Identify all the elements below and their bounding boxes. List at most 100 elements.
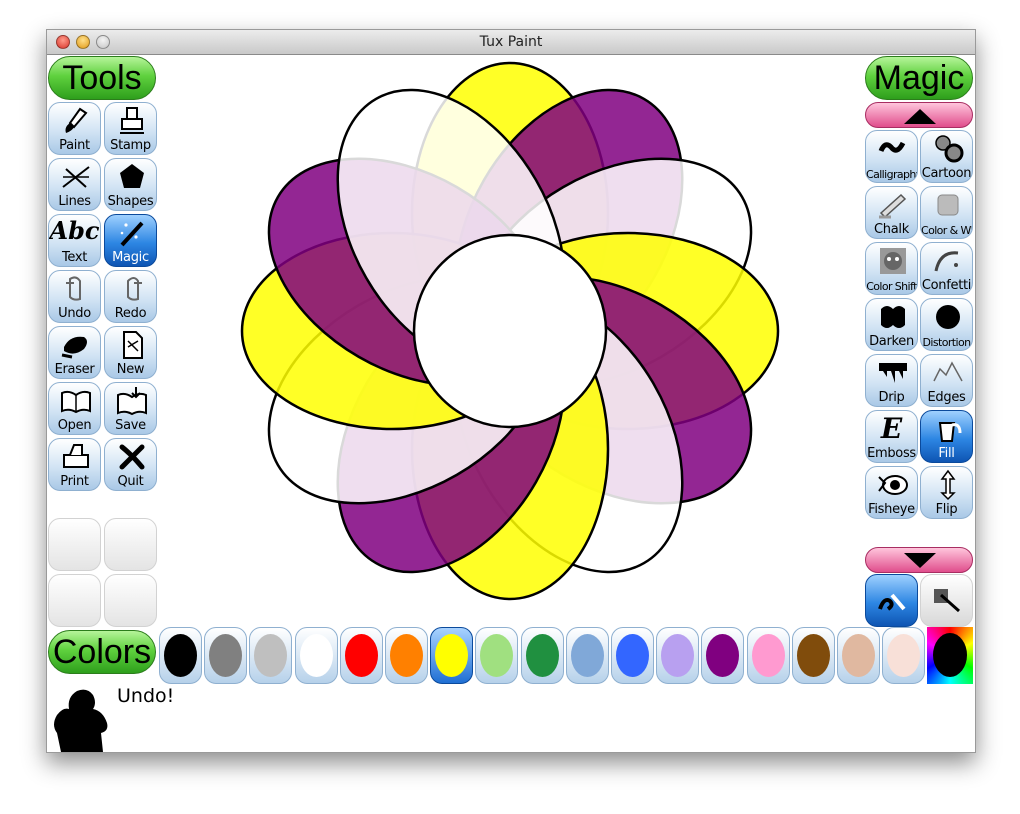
fullscreen-mode-button[interactable] xyxy=(920,574,973,627)
magic-flip-button[interactable]: Flip xyxy=(920,466,973,519)
color-dot xyxy=(661,634,695,677)
color-swatch[interactable] xyxy=(385,627,428,684)
drip-icon xyxy=(879,363,907,383)
title-bar: Tux Paint xyxy=(47,30,975,55)
color-swatch[interactable] xyxy=(791,627,835,684)
color-white-icon xyxy=(937,194,959,216)
tool-save-button[interactable]: Save xyxy=(104,382,157,435)
tool-open-button[interactable]: Open xyxy=(48,382,101,435)
color-dot xyxy=(796,634,830,677)
magic-item-label: Darken xyxy=(869,334,914,349)
color-swatch[interactable] xyxy=(701,627,745,684)
arrow-down-icon xyxy=(904,553,936,568)
new-page-icon xyxy=(123,331,143,359)
drawing-canvas[interactable] xyxy=(158,55,863,625)
lines-icon xyxy=(62,166,90,188)
magic-item-label: Emboss xyxy=(867,446,916,461)
magic-distortion-button[interactable]: Distortion xyxy=(920,298,973,351)
magic-scroll-down-button[interactable] xyxy=(865,547,973,573)
color-swatch[interactable] xyxy=(565,627,609,684)
color-swatch[interactable] xyxy=(249,627,293,684)
tool-redo-button[interactable]: Redo xyxy=(104,270,157,323)
tool-lines-button[interactable]: Lines xyxy=(48,158,101,211)
tool-shapes-button[interactable]: Shapes xyxy=(104,158,157,211)
magic-drip-button[interactable]: Drip xyxy=(865,354,918,407)
magic-scroll-up-button[interactable] xyxy=(865,102,973,128)
color-swatch[interactable] xyxy=(611,627,654,684)
tool-eraser-button[interactable]: Eraser xyxy=(48,326,101,379)
magic-fisheye-button[interactable]: Fisheye xyxy=(865,466,918,519)
magic-item-label: Chalk xyxy=(874,222,909,237)
color-dot xyxy=(299,634,333,677)
paint-mode-button[interactable] xyxy=(865,574,918,627)
quit-x-icon xyxy=(119,444,145,470)
tool-undo-button[interactable]: Undo xyxy=(48,270,101,323)
tool-stamp-button[interactable]: Stamp xyxy=(104,102,157,155)
color-swatch[interactable] xyxy=(339,627,383,684)
spirograph-drawing xyxy=(240,61,780,601)
color-swatch[interactable] xyxy=(520,627,564,684)
magic-darken-button[interactable]: Darken xyxy=(865,298,918,351)
magic-fill-button[interactable]: Fill xyxy=(920,410,973,463)
color-swatch[interactable] xyxy=(204,627,248,684)
arrow-up-icon xyxy=(904,109,936,124)
tool-quit-button[interactable]: Quit xyxy=(104,438,157,491)
color-dot xyxy=(706,634,740,677)
open-book-icon xyxy=(61,390,91,414)
magic-color-shift-button[interactable]: Color Shift xyxy=(865,242,918,295)
tool-text-button[interactable]: Abc Text xyxy=(48,214,101,267)
color-dot xyxy=(164,634,197,677)
tool-paint-button[interactable]: Paint xyxy=(48,102,101,155)
custom-color-picker[interactable] xyxy=(927,627,973,684)
color-dot xyxy=(887,634,921,677)
magic-header: Magic xyxy=(865,56,973,100)
magic-emboss-button[interactable]: E Emboss xyxy=(865,410,918,463)
fill-bucket-icon xyxy=(938,422,962,442)
empty-tool-slot xyxy=(104,518,157,571)
tool-item-label: Open xyxy=(57,418,92,433)
empty-tool-slot xyxy=(104,574,157,627)
magic-item-label: Cartoon xyxy=(921,166,972,181)
tool-item-label: Shapes xyxy=(107,194,154,209)
confetti-icon xyxy=(934,251,959,272)
magic-confetti-button[interactable]: Confetti xyxy=(920,242,973,295)
distortion-icon xyxy=(936,305,960,329)
magic-item-label: Flip xyxy=(935,502,958,517)
magic-item-label: Distortion xyxy=(922,336,972,349)
tux-penguin-icon xyxy=(54,689,108,752)
color-swatch[interactable] xyxy=(746,627,790,684)
tool-item-label: Quit xyxy=(117,474,144,489)
magic-item-label: Fisheye xyxy=(868,502,915,517)
magic-item-label: Fill xyxy=(938,446,955,461)
color-swatch[interactable] xyxy=(159,627,202,684)
edges-icon xyxy=(933,361,963,382)
color-dot xyxy=(209,634,243,677)
color-dot xyxy=(525,634,559,677)
tool-item-label: Text xyxy=(61,250,88,265)
tool-magic-button[interactable]: Magic xyxy=(104,214,157,267)
color-dot xyxy=(344,634,378,677)
magic-item-label: Color Shift xyxy=(866,280,917,293)
tool-new-button[interactable]: New xyxy=(104,326,157,379)
magic-item-label: Edges xyxy=(927,390,966,405)
tool-print-button[interactable]: Print xyxy=(48,438,101,491)
color-swatch[interactable] xyxy=(475,627,519,684)
magic-edges-button[interactable]: Edges xyxy=(920,354,973,407)
colors-header: Colors xyxy=(48,630,156,674)
color-swatch[interactable] xyxy=(656,627,700,684)
magic-chalk-button[interactable]: Chalk xyxy=(865,186,918,239)
printer-icon xyxy=(63,444,89,468)
magic-color-white-button[interactable]: Color & White xyxy=(920,186,973,239)
undo-hand-icon xyxy=(66,276,81,301)
fullscreen-mode-icon xyxy=(934,589,960,613)
color-swatch[interactable] xyxy=(882,627,926,684)
color-swatch[interactable] xyxy=(837,627,880,684)
redo-hand-icon xyxy=(127,277,142,301)
tool-item-label: Eraser xyxy=(54,362,95,377)
magic-calligraphy-button[interactable]: Calligraphy xyxy=(865,130,918,183)
magic-cartoon-button[interactable]: Cartoon xyxy=(920,130,973,183)
color-swatch[interactable] xyxy=(430,627,474,684)
tools-header: Tools xyxy=(48,56,156,100)
paintbrush-icon xyxy=(65,107,88,133)
color-swatch[interactable] xyxy=(294,627,338,684)
